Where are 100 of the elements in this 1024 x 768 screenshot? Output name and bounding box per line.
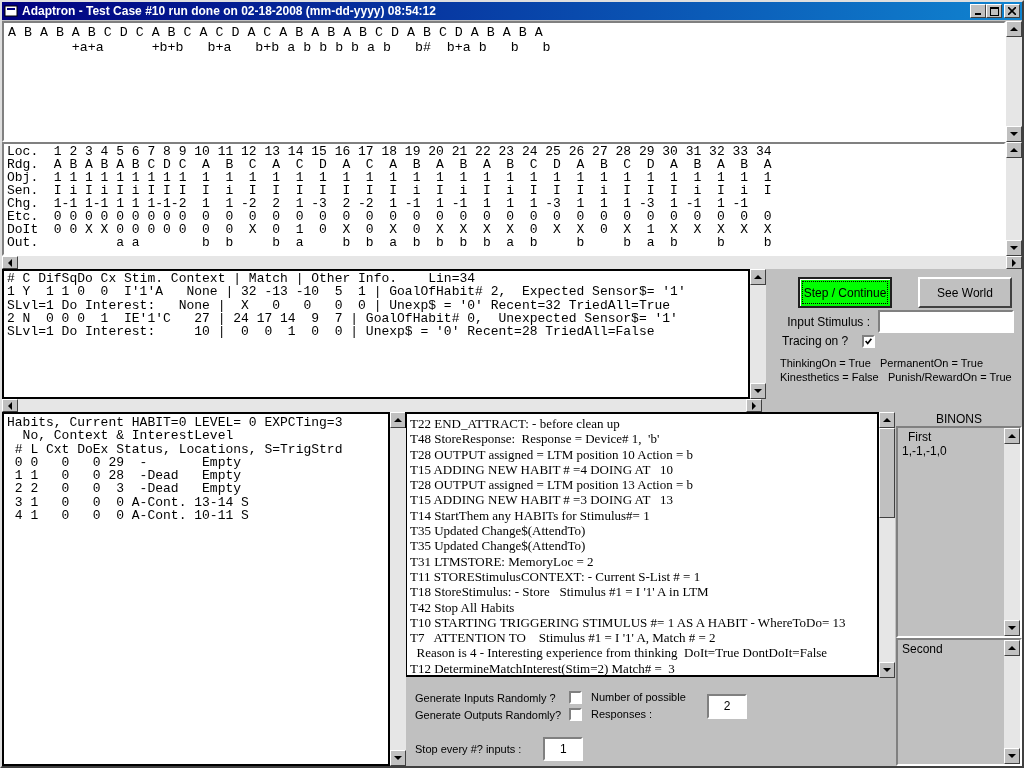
scroll-left-button[interactable] <box>2 399 18 412</box>
responses-label: Number of possible Responses : <box>590 690 687 722</box>
arrow-down-icon <box>1008 752 1016 760</box>
list-item: 1,-1,-1,0 <box>902 444 948 458</box>
match-line: 1 Y 1 1 0 0 I'1'A None | 32 -13 -10 5 1 | GoalOfHabit# 2, Expected Sensor$= '1' <box>7 285 687 299</box>
arrow-right-icon <box>750 401 758 410</box>
ltm-row-text: DoIt 0 0 X X 0 0 0 0 0 0 0 X 0 1 0 X 0 X 0 X X X X 0 X X 0 X 1 X X X X X <box>7 223 773 236</box>
scroll-thumb[interactable] <box>879 428 895 518</box>
window-title: Adaptron - Test Case #10 run done on 02-18-2008 (mm-dd-yyyy) 08:54:12 <box>22 4 437 18</box>
scroll-up-button[interactable] <box>750 269 766 285</box>
arrow-up-icon <box>1010 25 1018 33</box>
trace-line: T12 DetermineMatchInterest(Stim=2) Match# = 3 <box>410 660 676 675</box>
arrow-up-icon <box>754 273 762 281</box>
ltm-row-text: Chg. 1-1 1-1 1 1 1-1-2 1 1 -2 2 1 -3 2 -2 1 -1 1 -1 1 1 1 -3 1 1 1 -3 1 -1 1 -1 <box>7 197 750 210</box>
habit-line: 1 1 0 0 28 -Dead Empty <box>13 469 243 483</box>
horizontal-scrollbar[interactable] <box>2 399 762 412</box>
scroll-left-button[interactable] <box>2 256 18 269</box>
trace-line: T28 OUTPUT assigned = LTM position 10 Action = b <box>410 446 694 462</box>
arrow-up-icon <box>1008 432 1016 440</box>
habit-line: 3 1 0 0 0 A-Cont. 13-14 S <box>13 495 250 510</box>
vertical-scrollbar[interactable] <box>1006 21 1022 142</box>
checkbox[interactable] <box>569 708 582 721</box>
trace-line: T14 StartThem any HABITs for Stimulus#= 1 <box>410 507 651 524</box>
arrow-left-icon <box>6 401 14 410</box>
scroll-up-button[interactable] <box>1004 428 1020 444</box>
scroll-up-button[interactable] <box>1006 142 1022 158</box>
arrow-up-icon <box>1010 146 1018 154</box>
trace-line: T15 ADDING NEW HABIT # =4 DOING AT 10 <box>410 461 674 478</box>
input-stimulus-field[interactable] <box>878 310 1014 333</box>
scroll-down-button[interactable] <box>390 750 406 766</box>
scroll-up-button[interactable] <box>879 412 895 428</box>
binons-second-list[interactable]: Second <box>896 638 1022 766</box>
scroll-down-button[interactable] <box>1004 620 1020 636</box>
scroll-up-button[interactable] <box>390 412 406 428</box>
arrow-up-icon <box>883 416 891 424</box>
stop-every-label: Stop every #? inputs : <box>415 742 522 755</box>
scroll-down-button[interactable] <box>1006 240 1022 256</box>
ltm-row-text: Loc. 1 2 3 4 5 6 7 8 9 10 11 12 13 14 15 16 17 18 19 20 21 22 23 24 25 26 27 28 29 30 31 32 33 34 <box>7 145 773 158</box>
vertical-scrollbar[interactable] <box>879 412 895 678</box>
trace-line: T48 StoreResponse: Response = Device# 1, 'b' <box>410 431 661 447</box>
maximize-button[interactable] <box>986 4 1002 18</box>
list-heading: First <box>907 430 933 444</box>
arrow-down-icon <box>1008 624 1016 632</box>
trace-line: T42 Stop All Habits <box>410 599 516 615</box>
checkbox[interactable] <box>569 691 582 704</box>
checkbox[interactable] <box>862 334 876 348</box>
arrow-down-icon <box>1010 130 1018 138</box>
close-icon <box>1008 7 1016 15</box>
trace-line: T35 Updated Change$(AttendTo) <box>410 538 587 554</box>
scroll-down-button[interactable] <box>879 662 895 678</box>
stimulus-line: A B A B A B C D C A B C A C D A C A B A B A B C D A B C D A B A B A <box>8 25 544 40</box>
vertical-scrollbar[interactable] <box>1006 142 1022 256</box>
list-heading: Second <box>902 642 944 656</box>
stop-every-field[interactable]: 1 <box>543 736 584 761</box>
ltm-row-text: Rdg. A B A B A B C D C A B C A C D A C A B A B A B C D A B C D A B A B A <box>7 158 773 171</box>
scroll-up-button[interactable] <box>1006 21 1022 37</box>
arrow-up-icon <box>394 416 402 424</box>
close-button[interactable] <box>1004 4 1020 18</box>
match-line: 2 N 0 0 0 1 IE'1'C 27 | 24 17 14 9 7 | GoalOfHabit# 0, Unexpected Sensor$= '1' <box>7 311 679 326</box>
arrow-down-icon <box>883 666 891 674</box>
arrow-down-icon <box>394 754 402 762</box>
habit-line: # L Cxt DoEx Status, Locations, S=TrigStrd <box>13 442 344 456</box>
minimize-button[interactable] <box>970 4 986 18</box>
trace-line: T15 ADDING NEW HABIT # =3 DOING AT 13 <box>410 492 674 508</box>
habit-line: 0 0 0 0 29 - Empty <box>13 455 242 470</box>
trace-line: Reason is 4 - Interesting experience from thinking DoIt=True DontDoIt=False <box>415 645 829 661</box>
match-line: SLvl=1 Do Interest: 10 | 0 0 1 0 0 | Unexp$ = '0' Recent=28 TriedAll=False <box>7 325 656 339</box>
responses-field[interactable]: 2 <box>707 693 747 719</box>
step-continue-button[interactable]: Step / Continue <box>798 277 892 308</box>
trace-line: T7 ATTENTION TO Stimulus #1 = I '1' A, Match # = 2 <box>410 630 717 646</box>
scroll-right-button[interactable] <box>746 399 762 412</box>
trace-line: T18 StoreStimulus: - Store Stimulus #1 = I '1' A in LTM <box>410 584 710 600</box>
arrow-down-icon <box>754 387 762 395</box>
vertical-scrollbar[interactable] <box>1004 428 1020 636</box>
horizontal-scrollbar[interactable] <box>2 256 1022 269</box>
generate-outputs-label: Generate Outputs Randomly? <box>415 708 563 721</box>
binons-first-list[interactable]: First 1,-1,-1,0 <box>896 426 1022 638</box>
scroll-up-button[interactable] <box>1004 640 1020 656</box>
status-text: ThinkingOn = True PermanentOn = True <box>780 356 984 370</box>
scroll-down-button[interactable] <box>1006 126 1022 142</box>
scroll-down-button[interactable] <box>1004 748 1020 764</box>
generate-inputs-label: Generate Inputs Randomly ? <box>415 691 557 704</box>
match-line: SLvl=1 Do Interest: None | X 0 0 0 0 | Unexp$ = '0' Recent=32 TriedAll=True <box>7 298 672 312</box>
ltm-row-text: Obj. 1 1 1 1 1 1 1 1 1 1 1 1 1 1 1 1 1 1 1 1 1 1 1 1 1 1 1 1 1 1 1 1 1 1 <box>7 171 773 184</box>
vertical-scrollbar[interactable] <box>390 412 406 766</box>
arrow-left-icon <box>6 258 14 267</box>
trace-line: T28 OUTPUT assigned = LTM position 13 Action = b <box>410 477 694 493</box>
trace-line: T11 STOREStimulusCONTEXT: - Current S-List # = 1 <box>410 568 702 585</box>
habit-line: No, Context & InterestLevel <box>21 429 235 443</box>
vertical-scrollbar[interactable] <box>1004 640 1020 764</box>
vertical-scrollbar[interactable] <box>750 269 766 399</box>
habit-line: Habits, Current HABIT=0 LEVEL= 0 EXPCTing=3 <box>7 416 344 430</box>
tracing-label: Tracing on ? <box>782 334 849 348</box>
ltm-row-text: Out. a a b b b a b b a b b b b a b b b a b b b <box>7 236 773 249</box>
habit-line: 2 2 0 0 3 -Dead Empty <box>13 482 243 496</box>
scroll-right-button[interactable] <box>1006 256 1022 269</box>
see-world-button[interactable]: See World <box>918 277 1012 308</box>
app-icon <box>4 4 18 18</box>
scroll-down-button[interactable] <box>750 383 766 399</box>
ltm-row-text: Etc. 0 0 0 0 0 0 0 0 0 0 0 0 0 0 0 0 0 0 0 0 0 0 0 0 0 0 0 0 0 0 0 0 0 0 <box>7 210 773 223</box>
